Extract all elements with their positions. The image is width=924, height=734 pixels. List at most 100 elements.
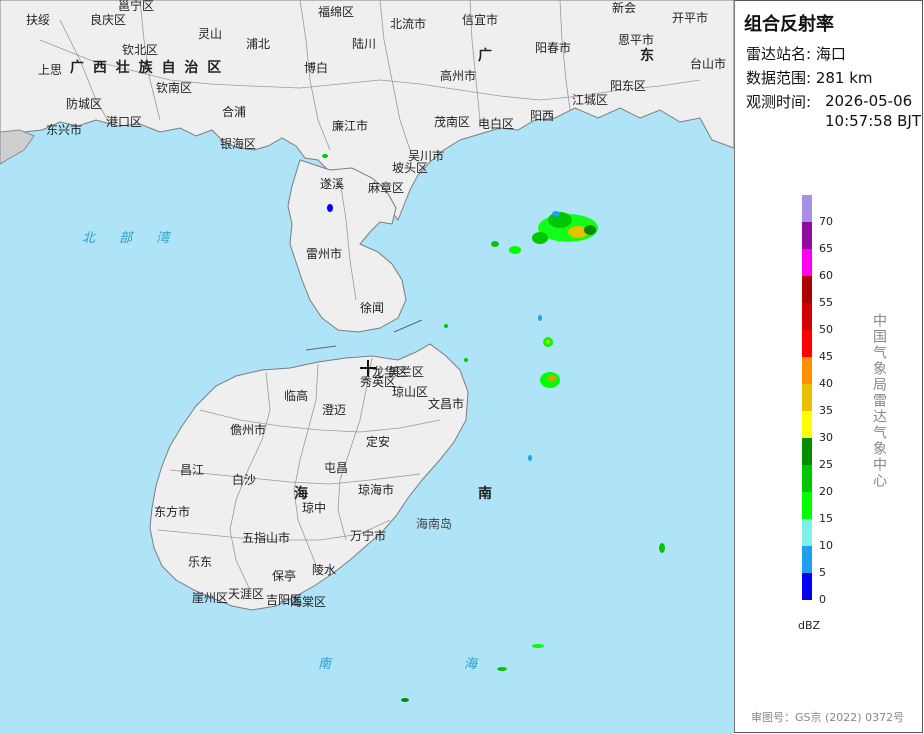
time-label: 观测时间:: [746, 93, 812, 111]
label-beibuwan: 北 部 湾: [82, 230, 179, 246]
map-approval-number: 审图号：GS京 (2022) 0372号: [751, 711, 905, 724]
legend-tick-label: 15: [819, 512, 833, 525]
label-hainandao: 海南岛: [416, 516, 452, 531]
label-gaozhou: 高州市: [440, 68, 476, 83]
label-ledong: 乐东: [188, 555, 212, 569]
label-dongxing: 东兴市: [46, 122, 82, 137]
label-qiongzhong: 琼中: [302, 500, 326, 515]
label-xuwen: 徐闻: [360, 300, 384, 315]
label-luchuan: 陆川: [352, 36, 376, 51]
label-yangdong: 阳东区: [610, 79, 646, 93]
label-xinyi: 信宜市: [462, 12, 498, 27]
info-panel: 组合反射率 雷达站名: 海口 数据范围: 281 km 观测时间: 2026-0…: [734, 0, 923, 733]
label-enping: 恩平市: [618, 32, 654, 47]
label-fangcheng: 防城区: [66, 96, 102, 111]
label-qionghai: 琼海市: [358, 482, 394, 497]
label-nanhai-nan: 南: [318, 657, 333, 672]
label-yongning: 邕宁区: [118, 0, 154, 13]
label-haitang: 海棠区: [290, 594, 326, 609]
legend-swatch: [802, 384, 812, 411]
label-wuzhishan: 五指山市: [242, 530, 290, 545]
label-dongfang: 东方市: [154, 504, 190, 519]
label-tunchang: 屯昌: [324, 461, 348, 475]
label-fusui: 扶绥: [26, 12, 50, 27]
legend-swatch: [802, 303, 812, 330]
label-dianbai: 电白区: [478, 116, 514, 131]
label-dingan: 定安: [366, 434, 390, 449]
legend-unit: dBZ: [798, 619, 821, 632]
label-chengmai: 澄迈: [322, 402, 346, 417]
label-potou: 坡头区: [392, 161, 428, 175]
label-jiangcheng: 江城区: [572, 93, 608, 107]
label-liangqing: 良庆区: [90, 12, 126, 27]
label-qiongshan: 琼山区: [392, 384, 428, 399]
legend-swatch: [802, 357, 812, 384]
label-hainan: 海: [294, 485, 308, 502]
legend-swatch: [802, 276, 812, 303]
legend-swatch: [802, 330, 812, 357]
legend-tick-label: 70: [819, 215, 833, 228]
label-wenchang: 文昌市: [428, 396, 464, 411]
label-fuchuan: 福绵区: [318, 4, 354, 19]
label-mazhang: 麻章区: [368, 180, 404, 195]
label-yangchun: 阳春市: [535, 40, 571, 55]
label-leizhou: 雷州市: [306, 246, 342, 261]
label-hepu: 合浦: [222, 104, 246, 119]
radar-viewer: 扶绥 良庆区 邕宁区 福绵区 北流市 信宜市 灵山 浦北 钦北区 陆川 上思 博…: [0, 0, 924, 734]
label-dong: 东: [640, 47, 654, 64]
legend-tick-label: 50: [819, 323, 833, 336]
label-kaiping: 开平市: [672, 10, 708, 25]
label-meilan: 美兰区: [388, 365, 424, 379]
legend-swatch: [802, 573, 812, 600]
map-canvas: 扶绥 良庆区 邕宁区 福绵区 北流市 信宜市 灵山 浦北 钦北区 陆川 上思 博…: [0, 0, 734, 702]
product-title: 组合反射率: [744, 14, 834, 35]
legend-tick-label: 10: [819, 539, 833, 552]
legend-tick-label: 30: [819, 431, 833, 444]
label-danzhou: 儋州市: [230, 422, 266, 437]
label-guang: 广: [478, 47, 492, 64]
time-clock: 10:57:58 BJT: [825, 112, 922, 130]
legend-tick-label: 65: [819, 242, 833, 255]
legend-tick-label: 0: [819, 593, 826, 606]
legend-tick-label: 20: [819, 485, 833, 498]
time-date: 2026-05-06: [825, 92, 913, 110]
label-guangxi: 广 西 壮 族 自 治 区: [70, 59, 223, 76]
label-pubei: 浦北: [246, 37, 270, 51]
radar-map[interactable]: 扶绥 良庆区 邕宁区 福绵区 北流市 信宜市 灵山 浦北 钦北区 陆川 上思 博…: [0, 0, 734, 734]
legend-tick-label: 40: [819, 377, 833, 390]
label-qinbei: 钦北区: [122, 43, 158, 57]
label-yinhai: 银海区: [220, 136, 256, 151]
legend-swatch: [802, 222, 812, 249]
legend-tick-label: 5: [819, 566, 826, 579]
legend-tick-label: 55: [819, 296, 833, 309]
label-baoting: 保亭: [272, 568, 296, 583]
label-lianjiang: 廉江市: [332, 118, 368, 133]
legend-swatch: [802, 519, 812, 546]
station-row: 雷达站名: 海口: [746, 43, 846, 64]
legend-tick-label: 60: [819, 269, 833, 282]
label-taishan: 台山市: [690, 56, 726, 71]
station-label: 雷达站名:: [746, 45, 812, 63]
label-maonan: 茂南区: [434, 114, 470, 129]
range-row: 数据范围: 281 km: [746, 67, 873, 88]
label-xinhui: 新会: [612, 0, 636, 15]
label-wanning: 万宁市: [350, 528, 386, 543]
label-baisha: 白沙: [232, 472, 256, 487]
label-bobai: 博白: [304, 60, 328, 75]
range-value: 281 km: [815, 69, 873, 87]
legend-swatch: [802, 438, 812, 465]
legend-swatch: [802, 465, 812, 492]
legend-swatch: [802, 492, 812, 519]
legend-tick-label: 35: [819, 404, 833, 417]
legend-swatch: [802, 546, 812, 573]
label-nanhai-hai: 海: [464, 657, 479, 672]
label-lingshui: 陵水: [312, 563, 336, 577]
legend-swatch: [802, 249, 812, 276]
label-changjiang: 昌江: [180, 463, 204, 477]
legend-swatch: [802, 411, 812, 438]
station-value: 海口: [815, 45, 846, 63]
hainan-island: [149, 343, 469, 611]
label-shangsi: 上思: [38, 63, 62, 77]
label-qinnan: 钦南区: [156, 80, 192, 95]
label-yazhou: 崖州区: [192, 591, 228, 605]
